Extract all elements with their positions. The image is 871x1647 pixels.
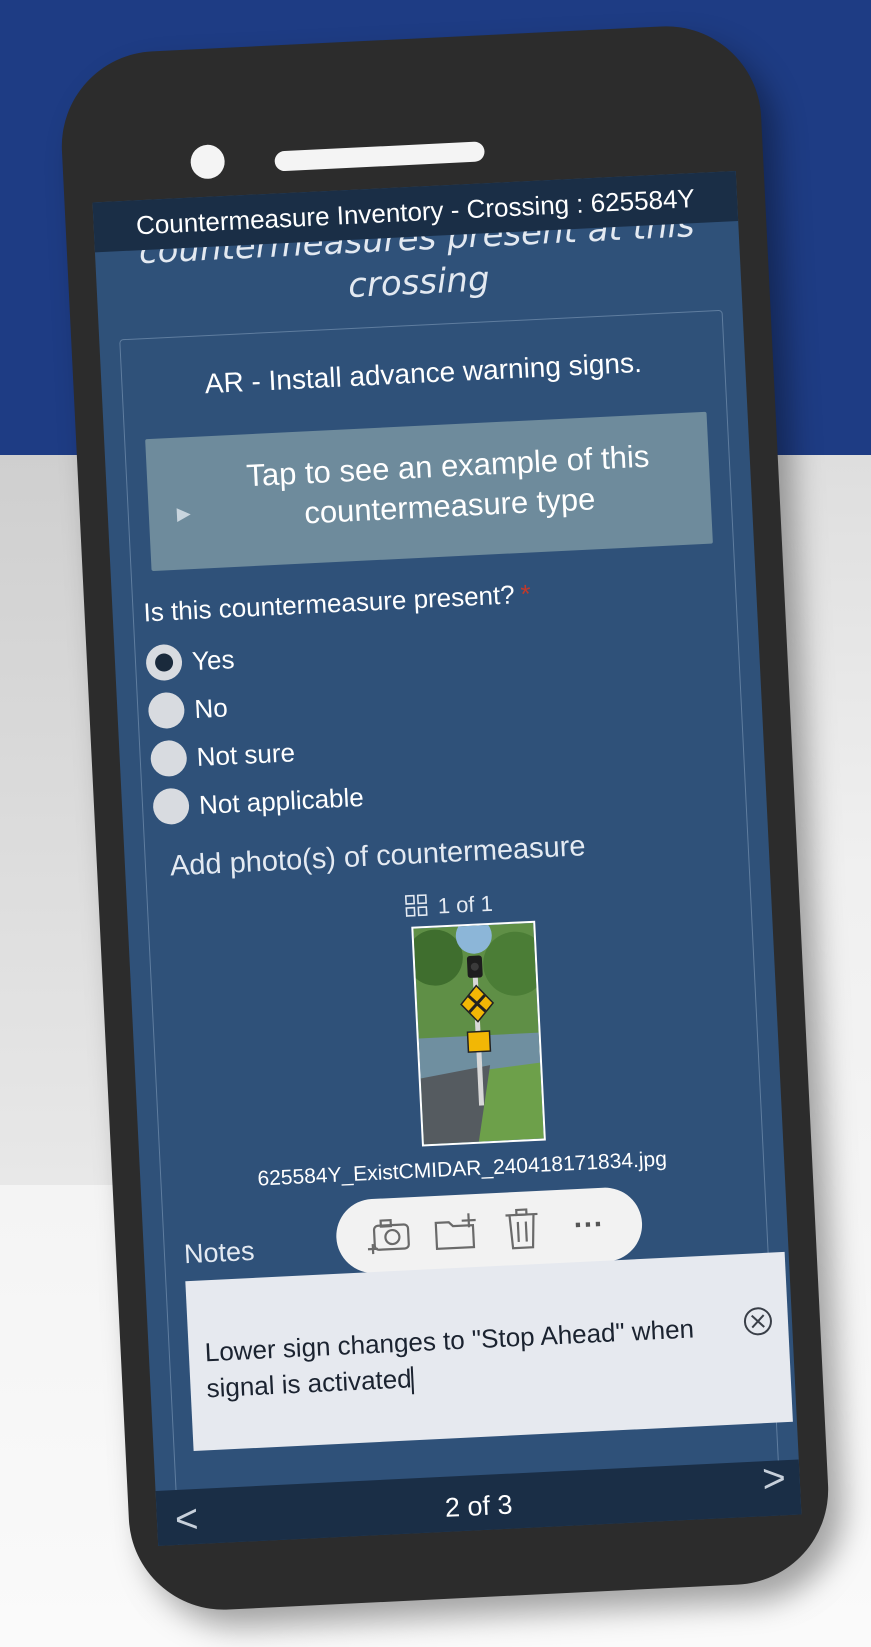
trash-icon bbox=[505, 1208, 538, 1250]
phone-screen: Countermeasure Inventory - Crossing : 62… bbox=[92, 171, 802, 1546]
expand-caret-icon: ▶ bbox=[176, 503, 192, 524]
clear-circle-x-icon bbox=[743, 1307, 772, 1336]
add-camera-button[interactable] bbox=[362, 1208, 416, 1262]
radio-label: Not applicable bbox=[198, 781, 365, 820]
radio-option-not-applicable[interactable]: Not applicable bbox=[152, 773, 365, 831]
radio-button[interactable] bbox=[149, 739, 188, 778]
add-folder-button[interactable] bbox=[429, 1205, 483, 1259]
radio-label: No bbox=[193, 692, 229, 724]
add-folder-icon bbox=[434, 1213, 476, 1251]
radio-group: Yes No Not sure Not applicable bbox=[145, 629, 365, 831]
radio-button[interactable] bbox=[147, 691, 186, 730]
radio-label: Yes bbox=[191, 643, 236, 676]
earpiece-speaker bbox=[274, 141, 485, 172]
notes-label: Notes bbox=[183, 1235, 256, 1270]
clear-text-button[interactable] bbox=[739, 1269, 773, 1336]
photo-filename: 625584Y_ExistCMIDAR_240418171834.jpg bbox=[256, 1147, 668, 1191]
question-text: Is this countermeasure present? bbox=[142, 579, 516, 628]
example-button-label: Tap to see an example of this countermea… bbox=[245, 438, 651, 531]
notes-text: Lower sign changes to "Stop Ahead" when … bbox=[204, 1313, 695, 1404]
photo-count: 1 of 1 bbox=[437, 890, 494, 919]
photo-thumbnail[interactable] bbox=[411, 920, 546, 1147]
radio-button-selected[interactable] bbox=[145, 643, 183, 682]
front-camera bbox=[189, 144, 226, 180]
required-marker: * bbox=[519, 578, 532, 610]
countermeasure-title: AR - Install advance warning signs. bbox=[204, 346, 643, 400]
add-camera-icon bbox=[368, 1218, 411, 1255]
delete-button[interactable] bbox=[495, 1201, 549, 1255]
question-label: Is this countermeasure present? * bbox=[143, 579, 532, 629]
more-icon: ··· bbox=[573, 1207, 605, 1243]
radio-button[interactable] bbox=[152, 787, 190, 826]
radio-label: Not sure bbox=[195, 736, 296, 772]
next-page-button[interactable]: > bbox=[761, 1456, 787, 1502]
text-cursor bbox=[410, 1366, 415, 1395]
phone-frame: Countermeasure Inventory - Crossing : 62… bbox=[57, 21, 833, 1615]
more-options-button[interactable]: ··· bbox=[562, 1198, 616, 1252]
notes-textarea[interactable]: Lower sign changes to "Stop Ahead" when … bbox=[185, 1251, 793, 1452]
example-expand-button[interactable]: ▶ Tap to see an example of this counterm… bbox=[145, 411, 713, 572]
photo-field-label: Add photo(s) of countermeasure bbox=[169, 830, 587, 883]
grid-view-icon[interactable] bbox=[405, 894, 429, 923]
